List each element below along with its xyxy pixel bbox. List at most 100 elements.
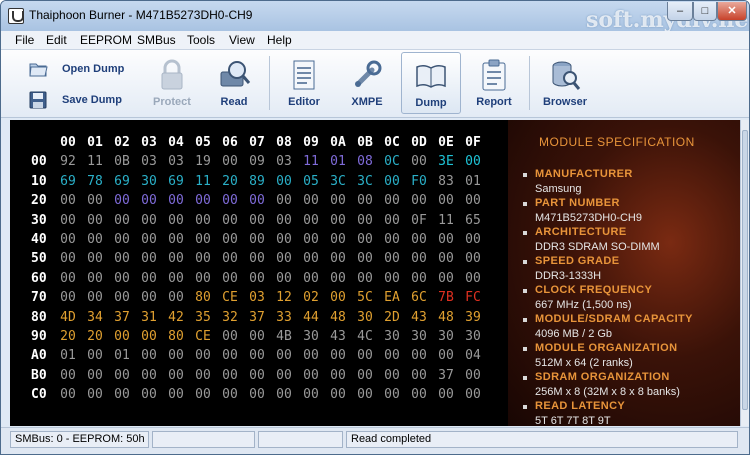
hex-byte[interactable]: 00 xyxy=(83,387,107,402)
hex-byte[interactable]: 00 xyxy=(218,271,242,286)
hex-byte[interactable]: 5C xyxy=(353,290,377,305)
hex-byte[interactable]: 00 xyxy=(245,387,269,402)
hex-byte[interactable]: 00 xyxy=(299,387,323,402)
hex-byte[interactable]: 00 xyxy=(434,251,458,266)
hex-byte[interactable]: 11 xyxy=(83,154,107,169)
hex-byte[interactable]: 0B xyxy=(110,154,134,169)
hex-byte[interactable]: 00 xyxy=(326,348,350,363)
hex-byte[interactable]: 00 xyxy=(461,368,485,383)
hex-byte[interactable]: 00 xyxy=(299,232,323,247)
hex-byte[interactable]: 00 xyxy=(164,290,188,305)
hex-byte[interactable]: 00 xyxy=(110,368,134,383)
menu-tools[interactable]: Tools xyxy=(187,33,215,47)
hex-byte[interactable]: 08 xyxy=(353,154,377,169)
hex-byte[interactable]: 4C xyxy=(353,329,377,344)
hex-byte[interactable]: 37 xyxy=(110,310,134,325)
hex-byte[interactable]: 00 xyxy=(326,232,350,247)
hex-byte[interactable]: 00 xyxy=(353,271,377,286)
hex-byte[interactable]: 00 xyxy=(461,232,485,247)
hex-byte[interactable]: 00 xyxy=(191,387,215,402)
hex-byte[interactable]: 00 xyxy=(218,368,242,383)
hex-byte[interactable]: 3C xyxy=(353,174,377,189)
hex-byte[interactable]: 01 xyxy=(110,348,134,363)
hex-byte[interactable]: 30 xyxy=(380,329,404,344)
hex-byte[interactable]: 09 xyxy=(245,154,269,169)
hex-byte[interactable]: 00 xyxy=(164,348,188,363)
menu-help[interactable]: Help xyxy=(267,33,292,47)
hex-byte[interactable]: 00 xyxy=(353,232,377,247)
hex-byte[interactable]: 2D xyxy=(380,310,404,325)
hex-byte[interactable]: 00 xyxy=(272,193,296,208)
hex-byte[interactable]: 00 xyxy=(218,387,242,402)
app-logo-icon[interactable] xyxy=(8,8,24,24)
hex-byte[interactable]: 00 xyxy=(461,251,485,266)
hex-byte[interactable]: 69 xyxy=(164,174,188,189)
hex-byte[interactable]: 69 xyxy=(56,174,80,189)
hex-byte[interactable]: 30 xyxy=(299,329,323,344)
hex-byte[interactable]: 30 xyxy=(434,329,458,344)
hex-byte[interactable]: 00 xyxy=(272,174,296,189)
hex-byte[interactable]: 00 xyxy=(110,251,134,266)
dump-button[interactable]: Dump xyxy=(401,52,461,114)
hex-byte[interactable]: 03 xyxy=(137,154,161,169)
hex-byte[interactable]: 00 xyxy=(353,193,377,208)
hex-byte[interactable]: 00 xyxy=(461,154,485,169)
hex-byte[interactable]: 03 xyxy=(164,154,188,169)
hex-byte[interactable]: 00 xyxy=(380,251,404,266)
title-bar[interactable]: Thaiphoon Burner - M471B5273DH0-CH9 soft… xyxy=(1,1,749,33)
hex-byte[interactable]: 44 xyxy=(299,310,323,325)
hex-byte[interactable]: 00 xyxy=(245,271,269,286)
hex-byte[interactable]: 00 xyxy=(299,251,323,266)
scrollbar-thumb[interactable] xyxy=(742,130,748,410)
hex-byte[interactable]: 00 xyxy=(380,387,404,402)
hex-byte[interactable]: 6C xyxy=(407,290,431,305)
hex-byte[interactable]: 00 xyxy=(380,174,404,189)
hex-byte[interactable]: 00 xyxy=(299,213,323,228)
hex-byte[interactable]: 00 xyxy=(407,368,431,383)
hex-byte[interactable]: 00 xyxy=(245,193,269,208)
hex-byte[interactable]: 42 xyxy=(164,310,188,325)
hex-byte[interactable]: 00 xyxy=(164,213,188,228)
hex-byte[interactable]: 39 xyxy=(461,310,485,325)
hex-byte[interactable]: 20 xyxy=(218,174,242,189)
hex-byte[interactable]: 00 xyxy=(434,348,458,363)
maximize-button[interactable]: □ xyxy=(693,2,717,21)
hex-byte[interactable]: 00 xyxy=(299,368,323,383)
hex-byte[interactable]: 00 xyxy=(245,368,269,383)
hex-byte[interactable]: 00 xyxy=(56,368,80,383)
hex-byte[interactable]: 00 xyxy=(407,193,431,208)
hex-byte[interactable]: 0F xyxy=(407,213,431,228)
hex-byte[interactable]: 00 xyxy=(137,271,161,286)
hex-byte[interactable]: 01 xyxy=(56,348,80,363)
hex-byte[interactable]: 00 xyxy=(461,387,485,402)
hex-byte[interactable]: 35 xyxy=(191,310,215,325)
hex-byte[interactable]: 30 xyxy=(353,310,377,325)
hex-byte[interactable]: 00 xyxy=(218,329,242,344)
hex-byte[interactable]: 00 xyxy=(272,232,296,247)
hex-byte[interactable]: 00 xyxy=(218,348,242,363)
hex-byte[interactable]: 00 xyxy=(461,271,485,286)
hex-byte[interactable]: 34 xyxy=(83,310,107,325)
hex-byte[interactable]: 00 xyxy=(272,251,296,266)
hex-dump-view[interactable]: 00 01 02 03 04 05 06 07 08 09 0A 0B 0C 0D 0E 0F 00 92 11 0B… xyxy=(10,120,508,426)
hex-byte[interactable]: 00 xyxy=(164,387,188,402)
hex-byte[interactable]: 00 xyxy=(272,368,296,383)
hex-byte[interactable]: 12 xyxy=(272,290,296,305)
hex-byte[interactable]: 00 xyxy=(407,271,431,286)
hex-byte[interactable]: 00 xyxy=(137,232,161,247)
hex-byte[interactable]: 00 xyxy=(326,271,350,286)
hex-byte[interactable]: 00 xyxy=(110,213,134,228)
hex-byte[interactable]: 00 xyxy=(245,213,269,228)
hex-byte[interactable]: 03 xyxy=(272,154,296,169)
hex-byte[interactable]: 00 xyxy=(407,387,431,402)
hex-byte[interactable]: 00 xyxy=(137,251,161,266)
hex-byte[interactable]: 33 xyxy=(272,310,296,325)
hex-byte[interactable]: 00 xyxy=(83,271,107,286)
hex-byte[interactable]: 00 xyxy=(353,213,377,228)
hex-byte[interactable]: 43 xyxy=(326,329,350,344)
hex-byte[interactable]: 30 xyxy=(461,329,485,344)
hex-byte[interactable]: CE xyxy=(191,329,215,344)
hex-byte[interactable]: 00 xyxy=(191,213,215,228)
hex-byte[interactable]: 00 xyxy=(272,348,296,363)
hex-byte[interactable]: 83 xyxy=(434,174,458,189)
